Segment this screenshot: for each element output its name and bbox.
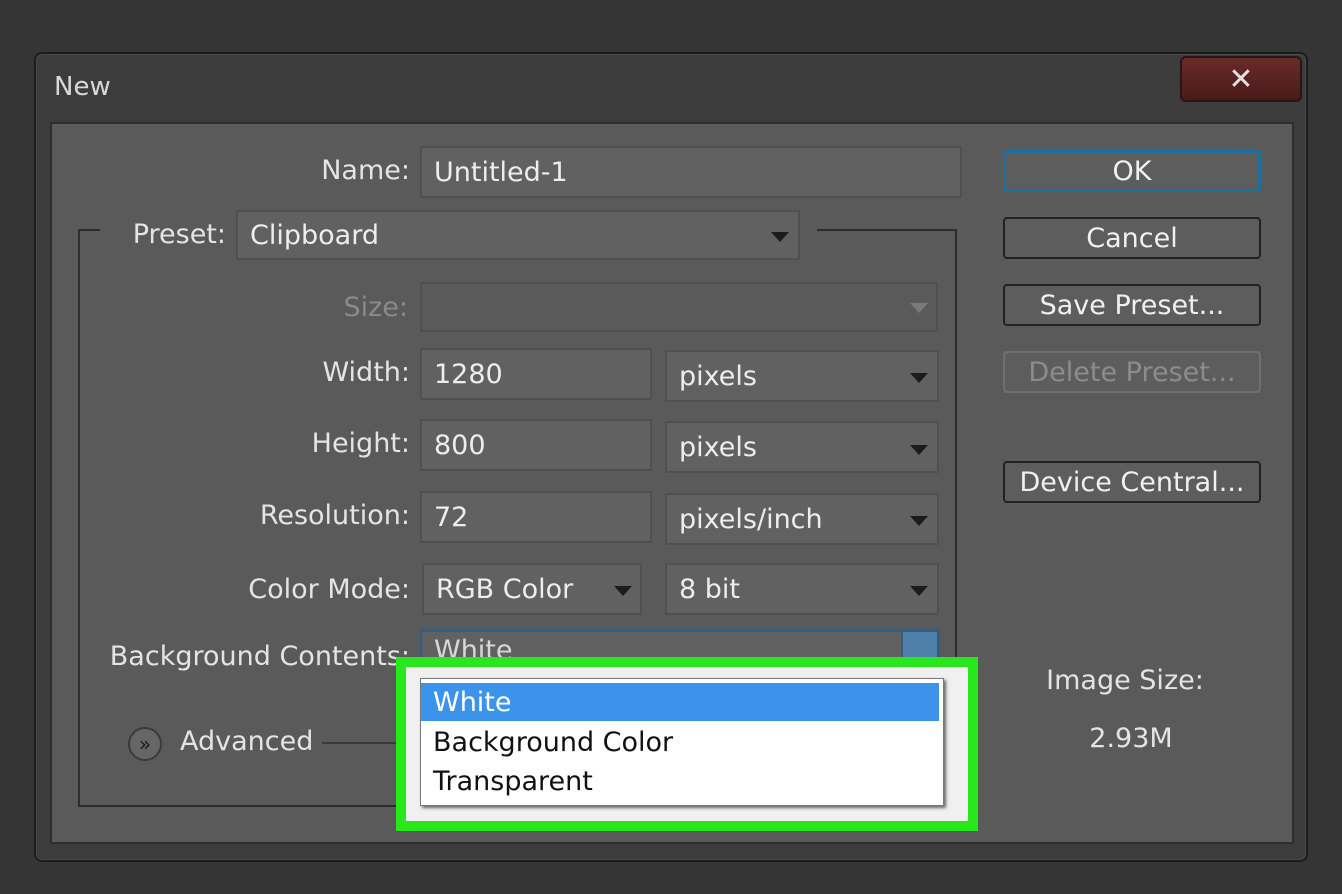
preset-value: Clipboard bbox=[250, 219, 379, 251]
name-input[interactable]: Untitled-1 bbox=[420, 146, 962, 198]
list-item-background-color[interactable]: Background Color bbox=[421, 723, 939, 761]
list-item-transparent[interactable]: Transparent bbox=[421, 762, 939, 800]
resolution-unit-select[interactable]: pixels/inch bbox=[665, 493, 939, 545]
delete-preset-button: Delete Preset... bbox=[1003, 351, 1261, 393]
resolution-unit-arrow-icon bbox=[910, 516, 928, 526]
height-input[interactable]: 800 bbox=[420, 419, 652, 471]
size-select bbox=[420, 282, 938, 332]
preset-group-border-left bbox=[78, 229, 80, 807]
width-unit-select[interactable]: pixels bbox=[665, 350, 939, 402]
height-unit-value: pixels bbox=[679, 431, 757, 463]
resolution-input[interactable]: 72 bbox=[420, 491, 652, 543]
height-unit-select[interactable]: pixels bbox=[665, 421, 939, 473]
color-mode-arrow-icon bbox=[614, 586, 632, 596]
width-input[interactable]: 1280 bbox=[420, 348, 652, 400]
preset-dropdown-arrow-icon bbox=[771, 232, 789, 242]
bit-depth-select[interactable]: 8 bit bbox=[665, 563, 939, 615]
size-label: Size: bbox=[343, 292, 408, 323]
image-size-value: 2.93M bbox=[1089, 723, 1173, 754]
color-mode-label: Color Mode: bbox=[248, 574, 410, 605]
advanced-separator bbox=[322, 742, 396, 744]
advanced-expand-icon[interactable]: » bbox=[128, 727, 162, 761]
dialog-title: New bbox=[54, 72, 111, 102]
preset-label: Preset: bbox=[132, 219, 226, 250]
width-label: Width: bbox=[322, 357, 410, 388]
width-unit-value: pixels bbox=[679, 360, 757, 392]
size-dropdown-arrow-icon bbox=[910, 303, 928, 313]
image-size-label: Image Size: bbox=[1046, 665, 1204, 696]
advanced-label: Advanced bbox=[180, 726, 314, 757]
cancel-button[interactable]: Cancel bbox=[1003, 217, 1261, 259]
name-label: Name: bbox=[321, 155, 410, 186]
close-icon: ✕ bbox=[1228, 61, 1254, 97]
background-contents-label: Background Contents: bbox=[109, 641, 410, 672]
bit-depth-arrow-icon bbox=[910, 586, 928, 596]
save-preset-button[interactable]: Save Preset... bbox=[1003, 284, 1261, 326]
height-label: Height: bbox=[311, 428, 410, 459]
close-button[interactable]: ✕ bbox=[1180, 56, 1302, 102]
device-central-button[interactable]: Device Central... bbox=[1003, 461, 1261, 503]
bit-depth-value: 8 bit bbox=[679, 573, 740, 605]
list-item-white[interactable]: White bbox=[421, 683, 939, 721]
preset-group-border-top-right bbox=[817, 229, 957, 231]
resolution-label: Resolution: bbox=[259, 500, 410, 531]
preset-group-border-top-left bbox=[78, 229, 100, 231]
height-unit-arrow-icon bbox=[910, 445, 928, 455]
ok-button[interactable]: OK bbox=[1003, 150, 1261, 192]
color-mode-value: RGB Color bbox=[436, 573, 574, 605]
width-unit-arrow-icon bbox=[910, 373, 928, 383]
preset-select[interactable]: Clipboard bbox=[236, 210, 800, 260]
background-contents-list: White Background Color Transparent bbox=[420, 678, 944, 806]
resolution-unit-value: pixels/inch bbox=[679, 503, 823, 535]
color-mode-select[interactable]: RGB Color bbox=[422, 563, 642, 615]
